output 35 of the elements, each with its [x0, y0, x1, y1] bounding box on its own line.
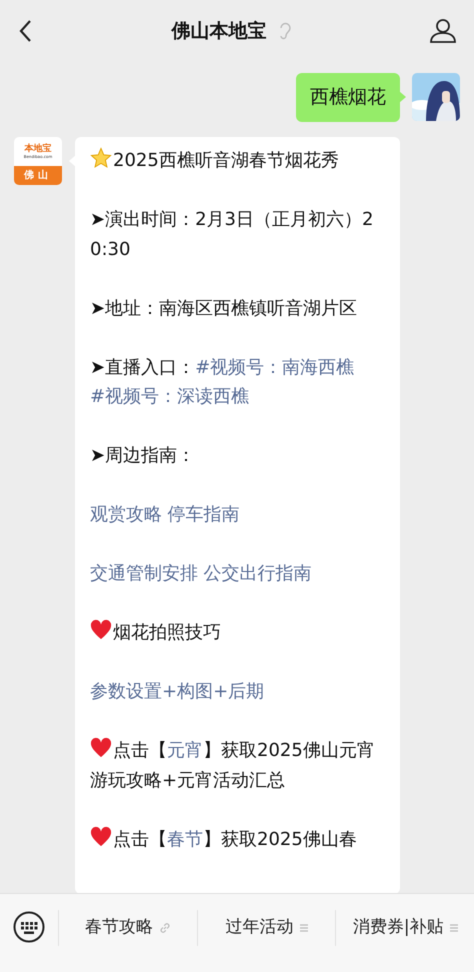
message-text: ➤周边指南：	[90, 444, 196, 468]
back-icon[interactable]	[18, 19, 32, 43]
link[interactable]: 观赏攻略	[90, 504, 162, 525]
link[interactable]: #视频号：南海西樵	[195, 356, 354, 378]
link[interactable]: 公交出行指南	[204, 563, 312, 584]
link[interactable]: #视频号：深读西樵	[90, 386, 250, 407]
menu-item[interactable]: 春节攻略	[84, 915, 153, 941]
heart-icon	[90, 737, 112, 759]
menu-icon	[450, 923, 458, 933]
link[interactable]: 春节	[167, 828, 203, 850]
profile-icon[interactable]	[430, 18, 456, 44]
heart-icon	[90, 619, 112, 641]
link-icon	[158, 922, 171, 934]
link[interactable]: 元宵	[167, 740, 203, 761]
menu-item[interactable]: 过年活动	[226, 915, 294, 941]
message-text: ➤演出时间：2月3日（正月初六）20:30	[90, 208, 374, 262]
message-text: ➤直播入口：#视频号：南海西樵 #视频号：深读西樵	[90, 356, 356, 409]
message-text: 点击【春节】获取2025佛山春	[90, 824, 384, 854]
menu-icon	[300, 923, 308, 933]
keyboard-icon[interactable]	[13, 911, 45, 943]
message-text: 2025西樵听音湖春节烟花秀	[90, 146, 384, 176]
link[interactable]: 参数设置+构图+后期	[90, 681, 264, 702]
message-text: 烟花拍照技巧	[90, 618, 384, 648]
menu-item[interactable]: 消费券|补贴	[352, 915, 444, 941]
message-text: 点击【元宵】获取2025佛山元宵游玩攻略+元宵活动汇总	[90, 736, 384, 795]
star-icon	[90, 147, 112, 169]
ear-icon	[278, 22, 290, 40]
message-text: ➤地址：南海区西樵镇听音湖片区	[90, 296, 358, 320]
link[interactable]: 交通管制安排	[90, 563, 198, 584]
link[interactable]: 停车指南	[168, 504, 240, 525]
logo-city: 佛山	[14, 166, 62, 185]
logo-text: 本地宝	[24, 144, 52, 154]
window-title: 佛山本地宝	[172, 18, 266, 44]
heart-icon	[90, 826, 112, 848]
chat-bubble: 西樵烟花	[296, 73, 400, 122]
